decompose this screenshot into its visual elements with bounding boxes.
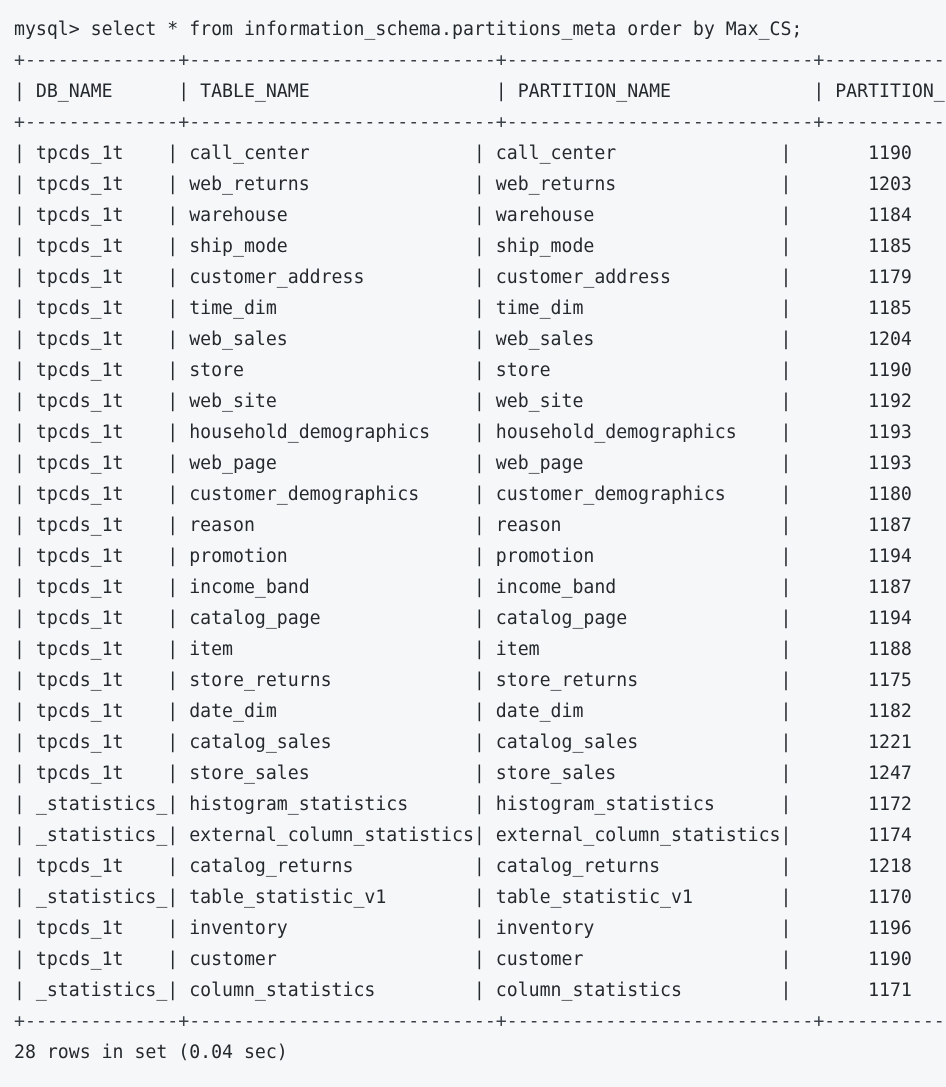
table-row: | _statistics_| table_statistic_v1 | tab… xyxy=(14,887,912,908)
table-row: | _statistics_| column_statistics | colu… xyxy=(14,980,912,1001)
table-row: | tpcds_1t | date_dim | date_dim | 1182 xyxy=(14,701,912,722)
table-row: | tpcds_1t | web_site | web_site | 1192 xyxy=(14,391,912,412)
table-row: | tpcds_1t | web_page | web_page | 1193 xyxy=(14,453,912,474)
table-row: | tpcds_1t | promotion | promotion | 119… xyxy=(14,546,912,567)
table-row: | _statistics_| external_column_statisti… xyxy=(14,825,912,846)
table-row: | tpcds_1t | inventory | inventory | 119… xyxy=(14,918,912,939)
table-row: | tpcds_1t | store_sales | store_sales |… xyxy=(14,763,912,784)
table-bottom-separator: +--------------+------------------------… xyxy=(14,1011,946,1032)
table-header-separator: +--------------+------------------------… xyxy=(14,112,946,133)
table-row: | tpcds_1t | customer_demographics | cus… xyxy=(14,484,912,505)
table-header-row: | DB_NAME | TABLE_NAME | PARTITION_NAME … xyxy=(14,81,946,102)
table-row: | tpcds_1t | web_sales | web_sales | 120… xyxy=(14,329,912,350)
table-row: | _statistics_| histogram_statistics | h… xyxy=(14,794,912,815)
table-row: | tpcds_1t | income_band | income_band |… xyxy=(14,577,912,598)
table-row: | tpcds_1t | web_returns | web_returns |… xyxy=(14,174,912,195)
table-row: | tpcds_1t | customer | customer | 1190 xyxy=(14,949,912,970)
mysql-prompt-line: mysql> select * from information_schema.… xyxy=(14,19,803,40)
table-row: | tpcds_1t | store_returns | store_retur… xyxy=(14,670,912,691)
table-row: | tpcds_1t | call_center | call_center |… xyxy=(14,143,912,164)
table-top-separator: +--------------+------------------------… xyxy=(14,50,946,71)
table-row: | tpcds_1t | ship_mode | ship_mode | 118… xyxy=(14,236,912,257)
table-row: | tpcds_1t | catalog_returns | catalog_r… xyxy=(14,856,912,877)
table-row: | tpcds_1t | household_demographics | ho… xyxy=(14,422,912,443)
result-summary: 28 rows in set (0.04 sec) xyxy=(14,1042,288,1063)
table-row: | tpcds_1t | catalog_page | catalog_page… xyxy=(14,608,912,629)
table-body: | tpcds_1t | call_center | call_center |… xyxy=(14,138,946,1006)
table-row: | tpcds_1t | warehouse | warehouse | 118… xyxy=(14,205,912,226)
table-row: | tpcds_1t | store | store | 1190 xyxy=(14,360,912,381)
table-row: | tpcds_1t | customer_address | customer… xyxy=(14,267,912,288)
terminal-output: mysql> select * from information_schema.… xyxy=(0,0,946,1087)
table-row: | tpcds_1t | catalog_sales | catalog_sal… xyxy=(14,732,912,753)
table-row: | tpcds_1t | time_dim | time_dim | 1185 xyxy=(14,298,912,319)
table-row: | tpcds_1t | reason | reason | 1187 xyxy=(14,515,912,536)
table-row: | tpcds_1t | item | item | 1188 xyxy=(14,639,912,660)
